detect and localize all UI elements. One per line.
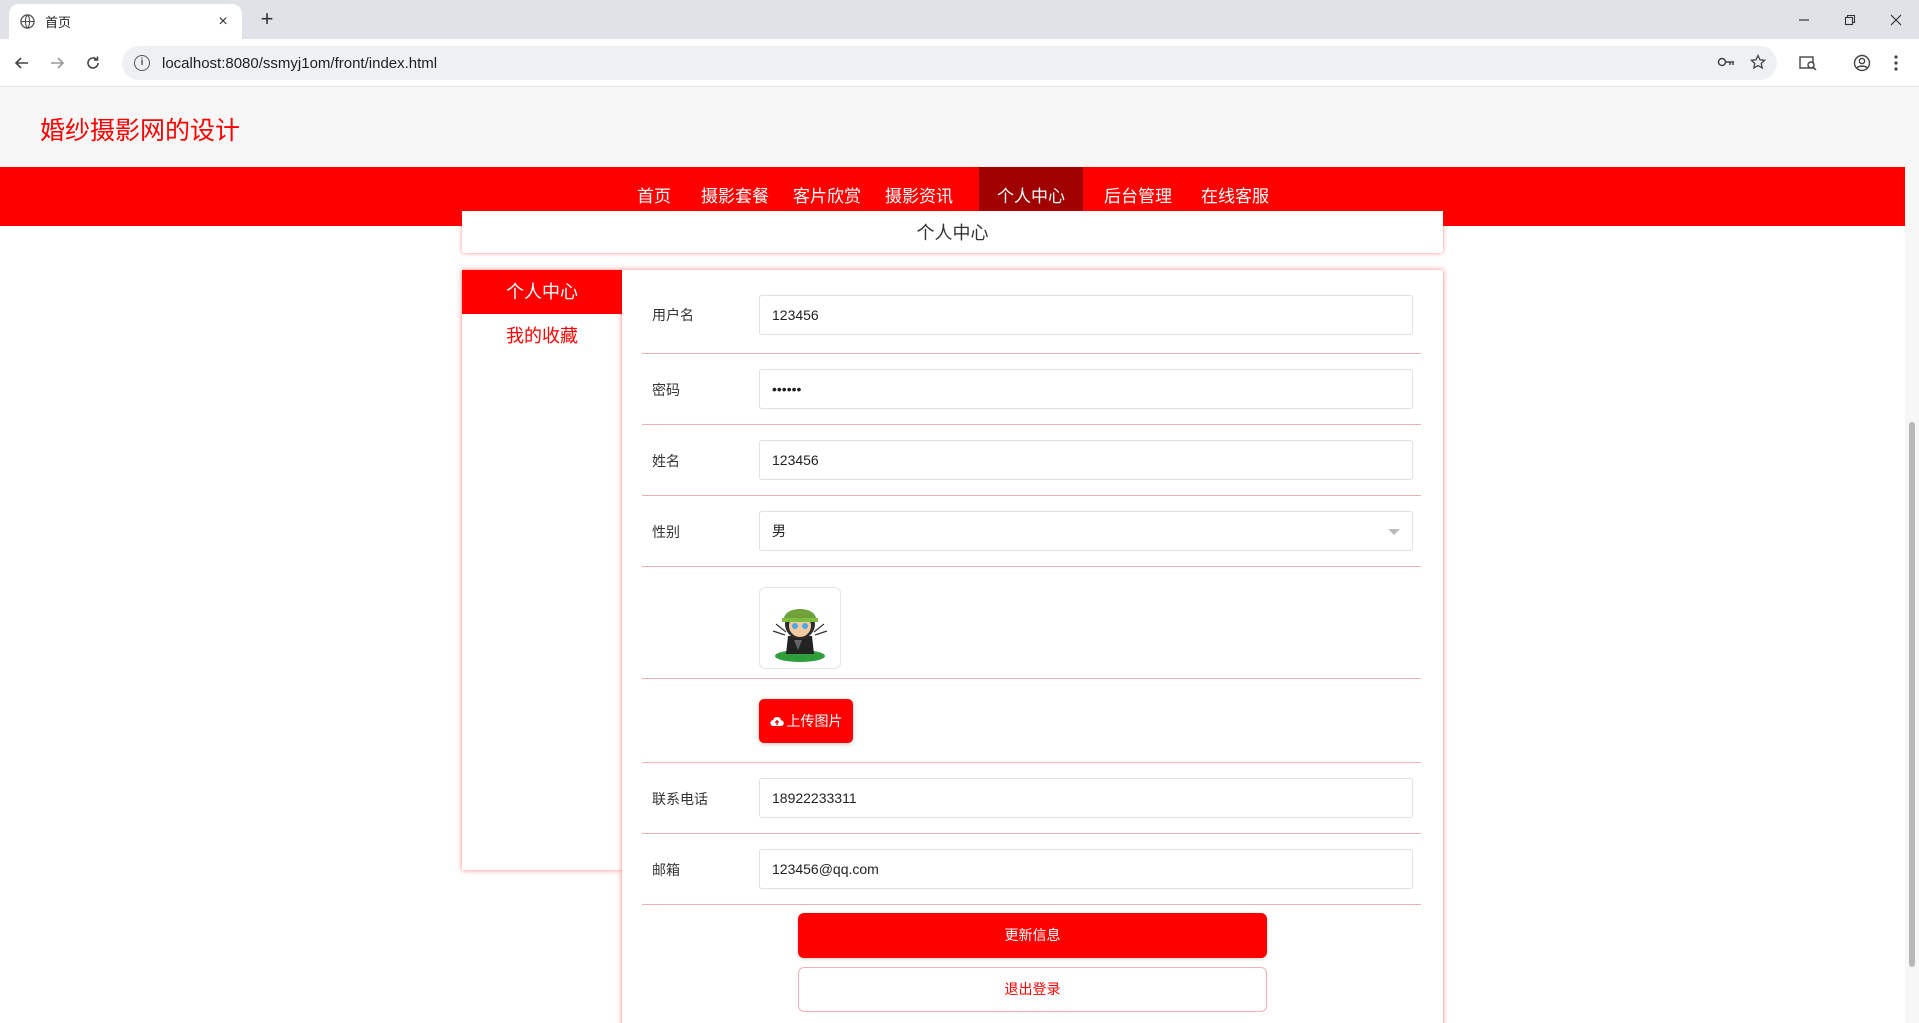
update-info-button[interactable]: 更新信息	[798, 913, 1267, 958]
form-row-phone: 联系电话 18922233311	[642, 763, 1421, 834]
username-input[interactable]: 123456	[759, 295, 1413, 335]
password-input[interactable]: ••••••	[759, 369, 1413, 409]
name-label: 姓名	[652, 453, 680, 469]
page-heading: 个人中心	[916, 223, 989, 243]
cloud-upload-icon	[769, 716, 784, 727]
page-heading-box: 个人中心	[462, 211, 1443, 253]
address-bar[interactable]: i localhost:8080/ssmyj1om/front/index.ht…	[122, 46, 1777, 80]
info-icon[interactable]: i	[134, 55, 150, 71]
page-viewport: 婚纱摄影网的设计 首页 摄影套餐 客片欣赏 摄影资讯 个人中心 后台管理 在线客…	[0, 87, 1905, 1023]
arrow-right-icon[interactable]	[45, 51, 69, 75]
form-row-name: 姓名 123456	[642, 425, 1421, 496]
sidebar-item-personal-center[interactable]: 个人中心	[462, 270, 622, 314]
sidebar: 个人中心 我的收藏	[462, 270, 622, 870]
star-icon[interactable]	[1746, 50, 1770, 74]
form-row-gender: 性别 男	[642, 496, 1421, 567]
upload-image-label: 上传图片	[786, 713, 843, 729]
form-row-username: 用户名 123456	[642, 270, 1421, 354]
kebab-menu-icon[interactable]	[1884, 51, 1908, 75]
page-scrollbar[interactable]	[1905, 87, 1919, 1023]
phone-input[interactable]: 18922233311	[759, 778, 1413, 818]
arrow-left-icon[interactable]	[10, 51, 34, 75]
password-label: 密码	[652, 382, 680, 398]
username-label: 用户名	[652, 307, 694, 323]
email-input[interactable]: 123456@qq.com	[759, 849, 1413, 889]
form-row-upload: 上传图片	[642, 679, 1421, 763]
tab-title: 首页	[45, 15, 72, 30]
email-label: 邮箱	[652, 862, 680, 878]
profile-icon[interactable]	[1850, 51, 1874, 75]
globe-icon	[19, 14, 35, 30]
key-icon[interactable]	[1714, 50, 1738, 74]
restore-icon[interactable]	[1827, 0, 1873, 39]
reload-icon[interactable]	[81, 51, 105, 75]
form-row-password: 密码 ••••••	[642, 354, 1421, 425]
gender-label: 性别	[652, 524, 680, 540]
browser-toolbar: i localhost:8080/ssmyj1om/front/index.ht…	[0, 39, 1919, 87]
avatar	[759, 587, 841, 669]
upload-image-button[interactable]: 上传图片	[759, 699, 853, 743]
gender-value: 男	[772, 523, 786, 539]
profile-form: 用户名 123456 密码 •••••• 姓名 123456 性别 男 上传图片…	[622, 270, 1443, 1023]
chevron-down-icon	[1388, 529, 1400, 535]
site-title: 婚纱摄影网的设计	[40, 117, 241, 145]
gender-select[interactable]: 男	[759, 511, 1413, 551]
minimize-icon[interactable]	[1781, 0, 1827, 39]
form-row-avatar	[642, 567, 1421, 679]
close-icon[interactable]: ×	[214, 13, 232, 31]
window-close-icon[interactable]	[1873, 0, 1919, 39]
url-text: localhost:8080/ssmyj1om/front/index.html	[162, 54, 438, 72]
sidebar-item-favorites[interactable]: 我的收藏	[462, 314, 622, 358]
name-input[interactable]: 123456	[759, 440, 1413, 480]
site-header: 婚纱摄影网的设计	[0, 87, 1905, 167]
phone-label: 联系电话	[652, 791, 708, 807]
logout-button[interactable]: 退出登录	[798, 967, 1267, 1012]
tab-search-icon[interactable]	[1796, 51, 1820, 75]
scrollbar-thumb[interactable]	[1909, 422, 1915, 967]
form-row-email: 邮箱 123456@qq.com	[642, 834, 1421, 905]
browser-tab-bar: 首页 × +	[0, 0, 1919, 39]
new-tab-button[interactable]: +	[254, 7, 280, 33]
browser-tab[interactable]: 首页 ×	[9, 4, 242, 39]
